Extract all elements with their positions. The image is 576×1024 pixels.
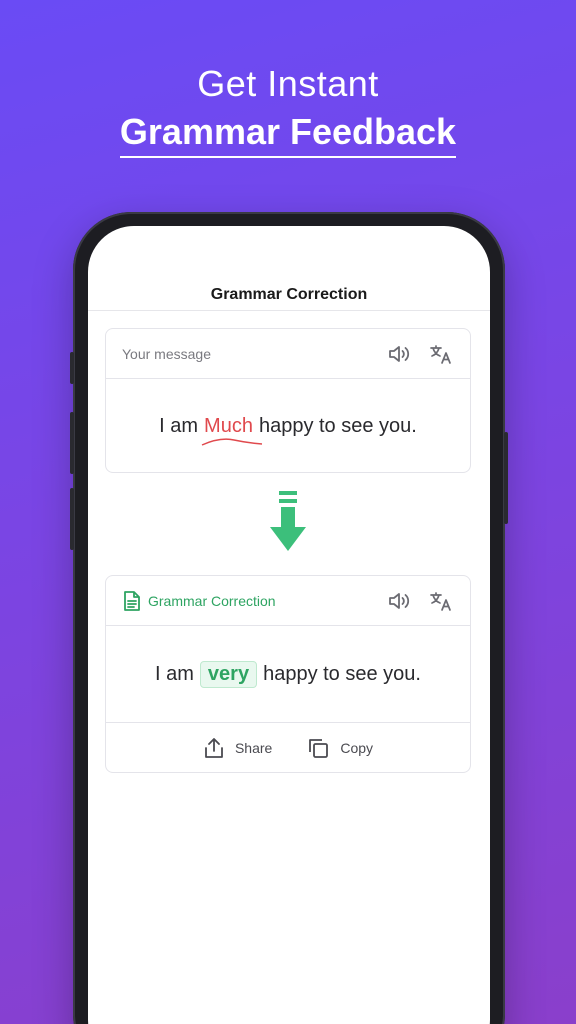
corrected-word[interactable]: very [199, 660, 258, 688]
corrected-text-after: happy to see you. [263, 662, 421, 685]
copy-label: Copy [340, 739, 374, 756]
document-icon [122, 590, 142, 612]
headline-line2: Grammar Feedback [119, 110, 457, 158]
arrow-down-icon [270, 491, 306, 551]
phone-volume-down [70, 488, 74, 550]
speaker-icon[interactable] [386, 588, 412, 614]
error-underline [201, 437, 263, 446]
speaker-icon[interactable] [386, 341, 412, 367]
copy-button[interactable]: Copy [306, 736, 373, 760]
corrected-text[interactable]: I am very happy to see you. [106, 626, 470, 722]
error-word[interactable]: Much [201, 414, 263, 446]
translate-icon[interactable] [428, 588, 454, 614]
copy-icon [309, 738, 329, 758]
input-text-after: happy to see you. [258, 414, 417, 437]
phone-screen: Grammar Correction Your message I am Muc… [88, 226, 490, 1024]
phone-power-button [504, 432, 508, 524]
title-divider [88, 310, 490, 311]
share-icon [205, 737, 223, 758]
share-label: Share [234, 739, 273, 756]
input-card-header: Your message [106, 329, 470, 379]
input-card: Your message I am Much happy to see you. [105, 328, 471, 473]
share-button[interactable]: Share [203, 736, 272, 760]
input-text-before: I am [159, 414, 199, 437]
app-title: Grammar Correction [210, 286, 368, 303]
headline: Get Instant Grammar Feedback [0, 62, 576, 158]
phone-side-button [70, 352, 74, 384]
output-card-label: Grammar Correction [148, 592, 276, 609]
input-text[interactable]: I am Much happy to see you. [106, 379, 470, 473]
input-card-label: Your message [122, 345, 211, 362]
output-card: Grammar Correction I am very happy to se… [105, 575, 471, 773]
phone-volume-up [70, 412, 74, 474]
translate-icon[interactable] [428, 341, 454, 367]
action-bar: Share Copy [106, 722, 470, 772]
output-card-header: Grammar Correction [106, 576, 470, 626]
phone-frame: Grammar Correction Your message I am Muc… [70, 212, 508, 1024]
error-word-text: Much [204, 414, 253, 437]
corrected-text-before: I am [155, 662, 194, 685]
headline-line1: Get Instant [197, 63, 379, 104]
